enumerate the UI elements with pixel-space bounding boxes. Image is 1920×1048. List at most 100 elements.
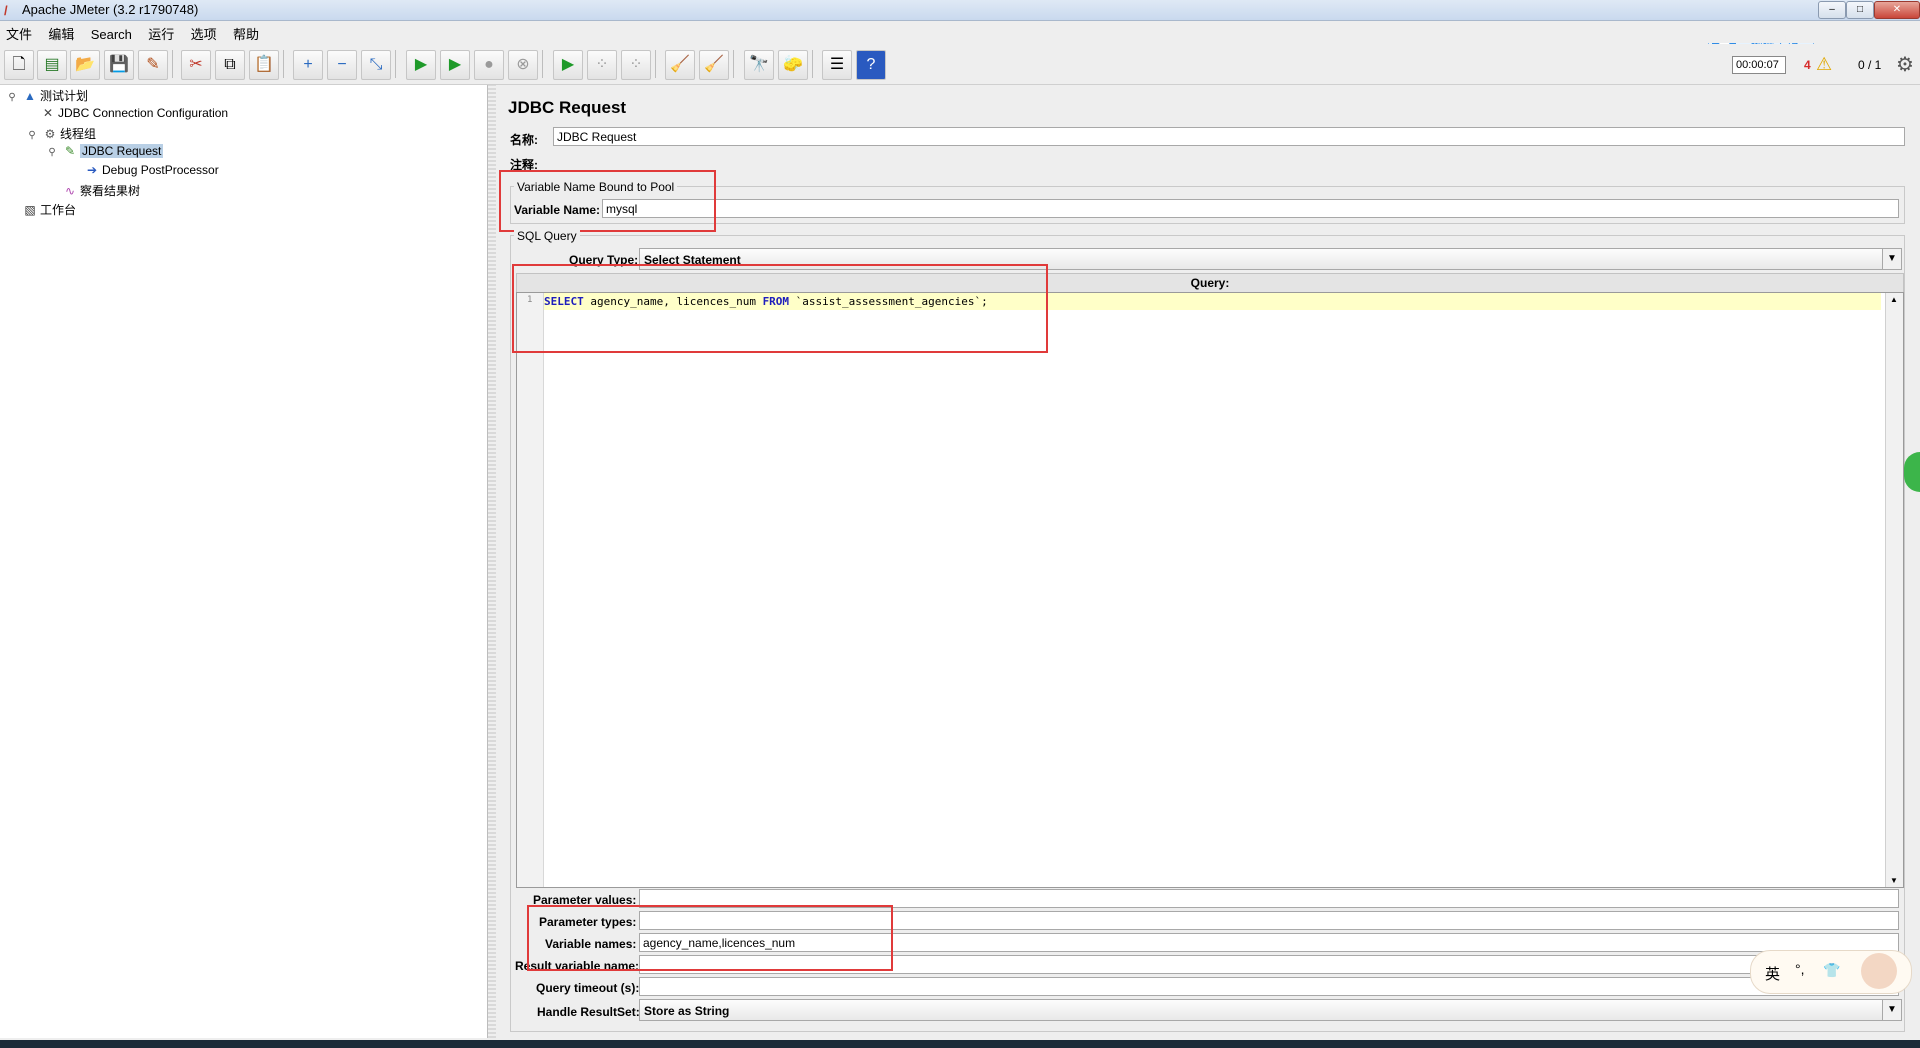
start-icon[interactable]: ▶ [406,50,436,80]
save-icon[interactable]: 💾 [104,50,134,80]
query-timeout-label: Query timeout (s): [536,981,640,995]
ime-punctuation[interactable]: °, [1795,961,1805,977]
close-button[interactable]: ✕ [1874,1,1920,19]
split-pane-divider[interactable] [488,85,496,1038]
listener-graph-icon: ∿ [64,184,76,198]
tree-item-jdbc-request[interactable]: ⚲ ✎ JDBC Request [44,144,164,158]
toolbar-separator [733,50,734,78]
ime-language[interactable]: 英 [1765,963,1780,984]
menu-edit[interactable]: 编辑 [42,21,81,43]
remote-stop-icon[interactable]: ⁘ [587,50,617,80]
toggle-icon[interactable]: ⤡ [361,50,391,80]
tree-expand-icon[interactable]: ⚲ [44,147,60,158]
variable-name-input[interactable]: mysql [602,199,1899,218]
tree-item-label: Debug PostProcessor [102,163,219,177]
query-timeout-input[interactable] [639,977,1899,996]
new-icon[interactable]: 🗋 [4,50,34,80]
taskbar [0,1040,1920,1048]
menu-file[interactable]: 文件 [0,21,39,43]
toolbar: 🗋 ▤ 📂 💾 ✎ ✂ ⧉ 📋 + − ⤡ ▶ ▶ ● ⊗ ▶ ⁘ ⁘ 🧹 🧹 … [0,44,1920,85]
warning-icon[interactable]: ⚠ [1816,54,1832,75]
name-label: 名称: [510,133,538,147]
toolbar-separator [283,50,284,78]
chevron-down-icon[interactable]: ▼ [1882,1000,1901,1020]
tree-item-test-plan[interactable]: ⚲ ▲ 测试计划 [4,87,88,104]
reset-search-icon[interactable]: 🧽 [778,50,808,80]
toolbar-separator [812,50,813,78]
tree-item-label: 测试计划 [40,89,89,103]
remote-status-icon[interactable]: ⚙ [1896,52,1914,77]
collapse-all-icon[interactable]: − [327,50,357,80]
chevron-down-icon[interactable]: ▼ [1882,249,1901,269]
scroll-down-icon[interactable]: ▼ [1890,876,1898,885]
sql-group-title: SQL Query [514,229,580,243]
tree-item-jdbc-connection[interactable]: ✕ JDBC Connection Configuration [40,106,228,120]
handle-resultset-label: Handle ResultSet: [537,1005,640,1019]
line-gutter [517,293,544,887]
highlight-annotation [499,170,716,232]
test-plan-tree: ⚲ ▲ 测试计划 ✕ JDBC Connection Configuration ⚲ ⚙… [0,85,488,1038]
ime-mascot-icon [1861,953,1897,989]
tree-item-label: 线程组 [60,127,97,141]
copy-icon[interactable]: ⧉ [215,50,245,80]
title-bar: / Apache JMeter (3.2 r1790748) – □ ✕ [0,0,1920,21]
maximize-button[interactable]: □ [1846,1,1874,19]
sampler-pen-icon: ✎ [64,144,76,158]
tree-item-thread-group[interactable]: ⚲ ⚙ 线程组 [24,125,96,142]
tree-item-debug-postprocessor[interactable]: ➔ Debug PostProcessor [84,163,219,177]
editor-scrollbar[interactable]: ▲ ▼ [1885,293,1903,887]
templates-icon[interactable]: ▤ [37,50,67,80]
ime-toolbar[interactable]: 英 °, 👕 [1750,950,1912,994]
tree-item-view-results-tree[interactable]: ∿ 察看结果树 [62,182,140,199]
menu-search[interactable]: Search [85,24,139,42]
highlight-annotation [527,905,893,971]
function-helper-icon[interactable]: ☰ [822,50,852,80]
tree-item-label: JDBC Request [80,144,164,158]
toolbar-separator [172,50,173,78]
clear-icon[interactable]: 🧹 [665,50,695,80]
menu-bar: 文件 编辑 Search 运行 选项 帮助 [0,21,1920,43]
query-editor[interactable]: 1 SELECT agency_name, licences_num FROM … [516,292,1904,888]
paste-icon[interactable]: 📋 [249,50,279,80]
menu-run[interactable]: 运行 [142,21,181,43]
search-binoculars-icon[interactable]: 🔭 [744,50,774,80]
comment-input[interactable] [553,152,1905,171]
shutdown-icon[interactable]: ⊗ [508,50,538,80]
tree-expand-icon[interactable]: ⚲ [4,92,20,103]
handle-resultset-select[interactable]: Store as String ▼ [639,999,1902,1021]
scroll-up-icon[interactable]: ▲ [1890,295,1898,304]
tree-item-label: JDBC Connection Configuration [58,106,229,120]
help-icon[interactable]: ? [856,50,886,80]
open-icon[interactable]: 📂 [70,50,100,80]
minimize-button[interactable]: – [1818,1,1846,19]
tree-expand-icon[interactable]: ⚲ [24,130,40,141]
ime-skin-icon[interactable]: 👕 [1823,962,1840,979]
active-threads: 0 / 1 [1858,58,1882,72]
start-no-pauses-icon[interactable]: ▶ [440,50,470,80]
highlight-annotation [512,264,1048,353]
window-title: Apache JMeter (3.2 r1790748) [22,2,199,17]
toolbar-separator [655,50,656,78]
query-header-label: Query: [1190,276,1230,290]
menu-help[interactable]: 帮助 [227,21,266,43]
name-input[interactable]: JDBC Request [553,127,1905,146]
handle-resultset-value: Store as String [644,1004,730,1018]
expand-all-icon[interactable]: + [293,50,323,80]
page-title: JDBC Request [508,98,627,117]
remote-start-icon[interactable]: ▶ [553,50,583,80]
error-count: 4 [1804,58,1811,72]
save-as-icon[interactable]: ✎ [138,50,168,80]
thread-group-gear-icon: ⚙ [44,127,56,141]
clear-all-icon[interactable]: 🧹 [699,50,729,80]
toolbar-separator [542,50,543,78]
menu-options[interactable]: 选项 [185,21,224,43]
remote-shutdown-icon[interactable]: ⁘ [621,50,651,80]
toolbar-separator [395,50,396,78]
workbench-icon: ▧ [24,203,36,217]
config-tools-icon: ✕ [42,106,54,120]
tree-item-label: 工作台 [40,203,77,217]
postprocessor-arrow-icon: ➔ [86,163,98,177]
stop-icon[interactable]: ● [474,50,504,80]
cut-icon[interactable]: ✂ [181,50,211,80]
tree-item-workbench[interactable]: ▧ 工作台 [22,201,76,218]
